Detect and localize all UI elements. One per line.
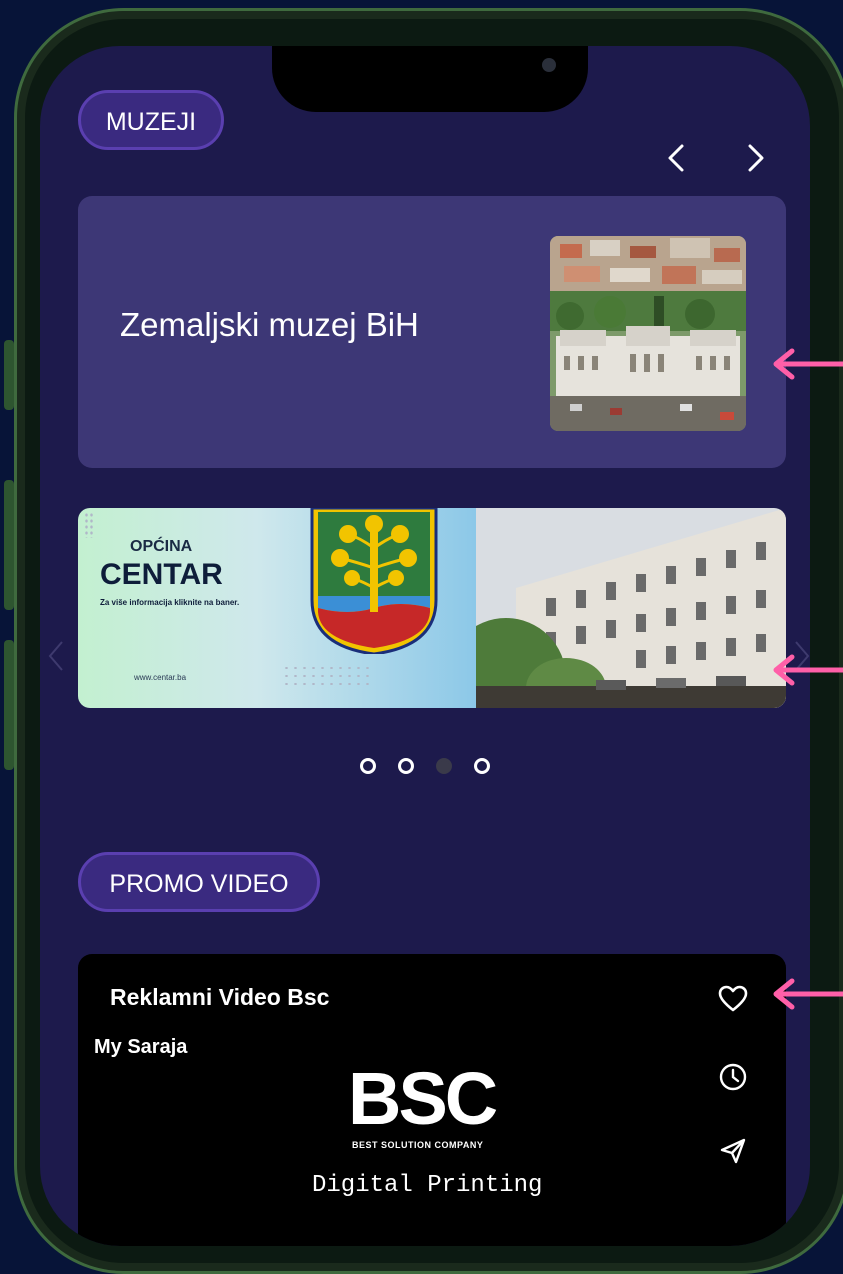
watch-later-button[interactable] bbox=[718, 1062, 748, 1092]
banner-municipality-name: CENTAR bbox=[100, 558, 223, 591]
banner-prev-hint-icon[interactable] bbox=[46, 636, 66, 676]
banner-info-text: Za više informacija kliknite na baner. bbox=[100, 598, 240, 607]
clock-icon bbox=[719, 1063, 747, 1091]
banner-left-panel: OPĆINA CENTAR Za više informacija klikni… bbox=[78, 508, 476, 708]
annotation-arrow-banner bbox=[770, 652, 843, 688]
museum-title: Zemaljski muzej BiH bbox=[120, 306, 419, 343]
share-button[interactable] bbox=[718, 1136, 748, 1166]
arrow-left-icon bbox=[773, 348, 843, 380]
pager-dot[interactable] bbox=[398, 758, 414, 774]
museums-section-pill[interactable]: MUZEJI bbox=[78, 90, 224, 150]
annotation-arrow-museum bbox=[770, 346, 843, 382]
phone-side-button bbox=[4, 480, 14, 610]
municipality-banner[interactable]: OPĆINA CENTAR Za više informacija klikni… bbox=[78, 508, 786, 708]
front-camera bbox=[542, 58, 556, 72]
banner-building-photo bbox=[476, 508, 786, 708]
notch bbox=[272, 46, 588, 112]
pager-dot[interactable] bbox=[474, 758, 490, 774]
video-caption: Digital Printing bbox=[312, 1172, 543, 1199]
coat-of-arms-emblem bbox=[310, 508, 438, 654]
bsc-logo: BSC bbox=[348, 1057, 498, 1140]
phone-side-button bbox=[4, 640, 14, 770]
museum-card[interactable]: Zemaljski muzej BiH bbox=[78, 196, 786, 468]
prev-arrow-button[interactable] bbox=[658, 138, 698, 178]
promo-video-card[interactable]: Reklamni Video Bsc My Saraja BSC BEST SO… bbox=[78, 954, 786, 1246]
video-channel: My Saraja bbox=[94, 1036, 188, 1058]
chevron-right-icon bbox=[748, 144, 764, 172]
chevron-left-icon bbox=[668, 144, 684, 172]
arrow-left-icon bbox=[773, 654, 843, 686]
pager-dot-active[interactable] bbox=[436, 758, 452, 774]
app-screen: MUZEJI Zemaljski muzej BiH OPĆINA CENTAR… bbox=[40, 46, 810, 1246]
museum-thumbnail bbox=[550, 236, 746, 431]
promo-video-section-pill[interactable]: PROMO VIDEO bbox=[78, 852, 320, 912]
heart-icon bbox=[718, 985, 748, 1012]
next-arrow-button[interactable] bbox=[736, 138, 776, 178]
bsc-logo-tagline: BEST SOLUTION COMPANY bbox=[352, 1140, 484, 1150]
send-icon bbox=[720, 1138, 746, 1164]
carousel-pager bbox=[360, 758, 512, 778]
banner-corner-dots bbox=[84, 512, 94, 538]
annotation-arrow-video bbox=[770, 976, 843, 1012]
arrow-left-icon bbox=[773, 978, 843, 1010]
phone-side-button bbox=[4, 340, 14, 410]
banner-dot-pattern bbox=[282, 664, 372, 690]
pager-dot[interactable] bbox=[360, 758, 376, 774]
banner-municipality-label: OPĆINA bbox=[130, 538, 193, 555]
banner-url: www.centar.ba bbox=[134, 673, 187, 682]
like-button[interactable] bbox=[718, 984, 748, 1014]
video-title: Reklamni Video Bsc bbox=[110, 984, 330, 1010]
